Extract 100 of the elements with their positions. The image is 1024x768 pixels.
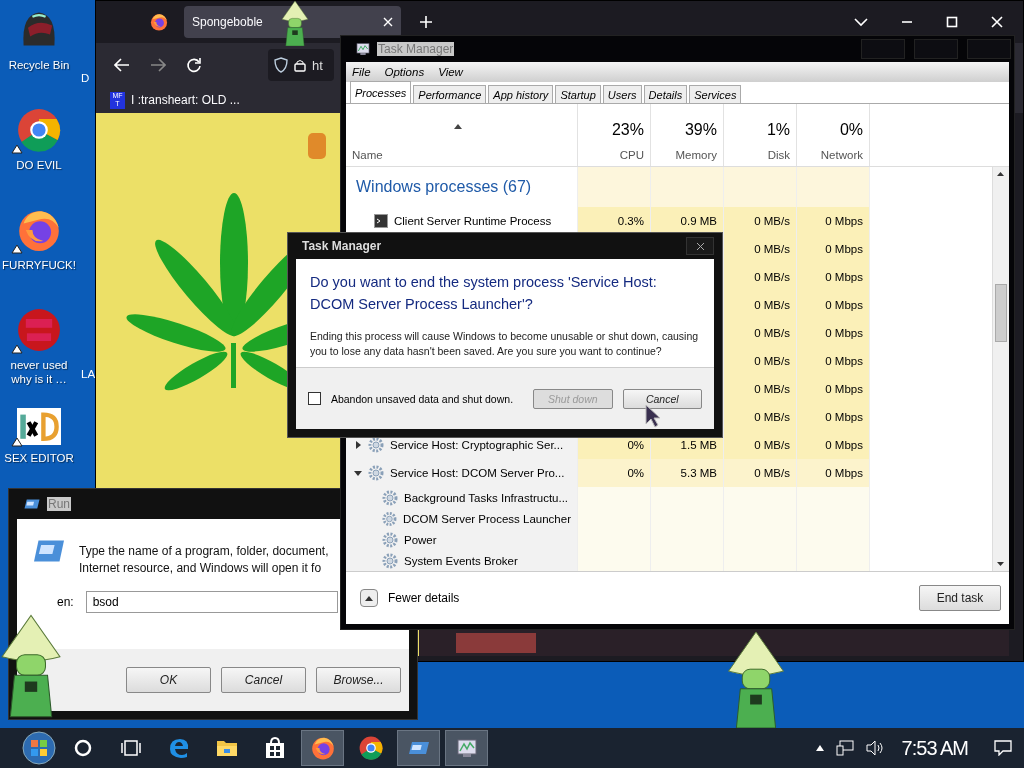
checkbox[interactable]: [308, 392, 321, 405]
gear-icon: [368, 465, 384, 481]
service-name[interactable]: System Events Broker: [404, 554, 518, 567]
chrome-icon: [358, 736, 383, 760]
tab[interactable]: Performance: [413, 85, 487, 103]
usage-percent: 0%: [839, 121, 863, 139]
table-cell: 0 Mbps: [797, 235, 870, 263]
process-name[interactable]: Service Host: Cryptographic Ser...: [390, 439, 564, 451]
service-name[interactable]: Power: [404, 533, 437, 546]
close-icon[interactable]: [991, 16, 1003, 28]
close-icon[interactable]: [383, 17, 393, 27]
dialog-button[interactable]: Browse...: [316, 667, 401, 693]
tab[interactable]: Users: [602, 85, 642, 103]
scrollbar-thumb[interactable]: [995, 284, 1007, 342]
process-name[interactable]: Client Server Runtime Process: [394, 215, 552, 227]
firefox-icon: [150, 13, 168, 31]
chevron-down-icon[interactable]: [854, 17, 868, 27]
column-header[interactable]: Memory: [675, 149, 717, 161]
firefox-icon: [310, 736, 335, 760]
sort-arrow-icon[interactable]: [454, 124, 462, 129]
desktop-icon-label[interactable]: D: [81, 72, 90, 84]
forward-arrow-icon[interactable]: [150, 58, 166, 72]
reload-icon[interactable]: [186, 57, 202, 73]
caret-icon[interactable]: [354, 469, 362, 477]
table-cell: 0 MB/s: [724, 291, 797, 319]
table-row[interactable]: DCOM Server Process Launcher: [346, 508, 992, 529]
service-name[interactable]: Background Tasks Infrastructu...: [404, 491, 569, 504]
clock[interactable]: 7:53 AM: [901, 736, 968, 760]
process-name[interactable]: Service Host: DCOM Server Pro...: [390, 467, 565, 479]
dialog-button[interactable]: Cancel: [622, 388, 702, 409]
table-row[interactable]: Power: [346, 529, 992, 550]
menu-item[interactable]: View: [438, 66, 463, 78]
desktop-icon-label[interactable]: FURRYFUCK!: [1, 258, 77, 273]
column-header[interactable]: CPU: [619, 149, 644, 161]
close-icon: [696, 242, 704, 250]
desktop-icon-label[interactable]: LA: [81, 368, 96, 380]
volume-icon[interactable]: [865, 740, 884, 756]
tab[interactable]: Startup: [555, 85, 601, 103]
menu-item[interactable]: Options: [384, 66, 425, 78]
caret-up-icon: [365, 595, 373, 601]
desktop-icon-label[interactable]: SEX EDITOR: [1, 451, 77, 466]
table-row[interactable]: Background Tasks Infrastructu...: [346, 487, 992, 508]
address-bar[interactable]: ht: [268, 49, 334, 81]
desktop-icon-label[interactable]: DO EVIL: [1, 158, 77, 173]
end-task-button[interactable]: End task: [919, 585, 1001, 611]
gear-icon: [382, 489, 398, 506]
back-arrow-icon[interactable]: [114, 58, 130, 72]
gear-icon: [382, 531, 398, 548]
column-header[interactable]: Disk: [767, 149, 790, 161]
firefox-icon: [17, 208, 61, 252]
caret-up-icon[interactable]: [815, 745, 824, 751]
table-row[interactable]: Service Host: DCOM Server Pro... 0% 5.3 MB 0 MB/s 0 Mbps: [346, 459, 992, 487]
field-label: en:: [57, 595, 74, 609]
dialog-button[interactable]: OK: [126, 667, 211, 693]
table-cell: 0 Mbps: [797, 375, 870, 403]
fewer-details-button[interactable]: Fewer details: [354, 588, 466, 608]
new-tab-icon[interactable]: [419, 15, 433, 29]
desktop-icon-label[interactable]: Recycle Bin: [1, 58, 77, 73]
close-button[interactable]: [686, 237, 714, 255]
gear-icon: [382, 510, 397, 527]
table-cell: 0 Mbps: [797, 291, 870, 319]
chrome-icon: [17, 108, 61, 152]
table-cell: 0 MB/s: [724, 459, 797, 487]
checkbox-label[interactable]: Abandon unsaved data and shut down.: [330, 392, 514, 405]
usage-percent: 1%: [766, 121, 790, 139]
tab[interactable]: Processes: [350, 81, 412, 103]
window-title: Task Manager: [377, 42, 455, 56]
table-cell: 0 Mbps: [797, 319, 870, 347]
tab[interactable]: Details: [643, 85, 688, 103]
column-header[interactable]: Network: [820, 149, 863, 161]
notification-icon[interactable]: [994, 740, 1012, 756]
group-heading: Windows processes (67): [356, 178, 532, 196]
table-cell: 0 Mbps: [797, 207, 870, 235]
table-cell: 0 MB/s: [724, 403, 797, 431]
window-title: Run: [47, 497, 71, 511]
task-manager-icon[interactable]: [355, 41, 371, 57]
browser-tab[interactable]: Spongeboble: [184, 6, 401, 38]
menu-item[interactable]: File: [352, 66, 371, 78]
desktop-icon-label[interactable]: never used why is it …: [1, 358, 77, 387]
gear-icon: [382, 552, 398, 569]
table-cell: 0 MB/s: [724, 207, 797, 235]
network-icon[interactable]: [835, 740, 854, 756]
table-cell: 0%: [578, 459, 651, 487]
scrollbar[interactable]: [992, 167, 1009, 571]
maximize-icon[interactable]: [946, 16, 958, 28]
tab[interactable]: Services: [689, 85, 742, 103]
open-field[interactable]: bsod: [85, 591, 338, 613]
console-icon: [374, 214, 388, 228]
gear-icon: [368, 437, 384, 453]
caret-icon[interactable]: [354, 441, 362, 449]
dialog-heading: Do you want to end the system process 'Service Host: DCOM Server Process Launcher'?: [310, 273, 658, 314]
column-header[interactable]: Name: [352, 149, 383, 161]
dialog-button[interactable]: Cancel: [221, 667, 306, 693]
table-cell: 0.9 MB: [651, 207, 724, 235]
tab[interactable]: App history: [488, 85, 554, 103]
table-cell: 0 Mbps: [797, 459, 870, 487]
service-name[interactable]: DCOM Server Process Launcher: [402, 512, 571, 525]
start-orb-icon[interactable]: [22, 731, 56, 765]
table-row[interactable]: System Events Broker: [346, 550, 992, 571]
usage-percent: 39%: [684, 121, 717, 139]
